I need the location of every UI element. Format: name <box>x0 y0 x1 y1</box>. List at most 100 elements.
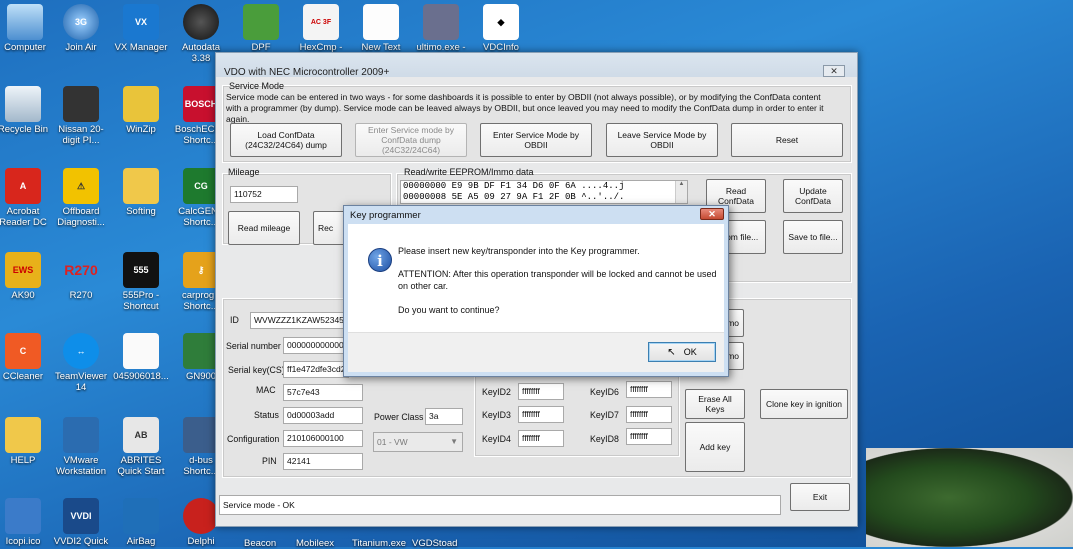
desktop-icon-winzip[interactable]: WinZip <box>112 86 170 135</box>
mileage-input[interactable]: 110752 <box>230 186 298 203</box>
configuration-field[interactable]: 210106000100 <box>283 430 363 447</box>
keyid3-label: KeyID3 <box>482 410 511 420</box>
desktop-icon-ccleaner[interactable]: C CCleaner <box>0 333 52 382</box>
brand-select[interactable]: 01 - VW ▼ <box>373 432 463 452</box>
desktop-icon-icopi[interactable]: Icopi.ico <box>0 498 52 547</box>
555pro-icon: 555 <box>123 252 159 288</box>
icon-label: Computer <box>4 42 46 53</box>
teamviewer-icon: ↔ <box>63 333 99 369</box>
desktop-icon-offboard[interactable]: ⚠ Offboard Diagnosti... <box>52 168 110 228</box>
desktop-icon-computer[interactable]: Computer <box>0 4 54 53</box>
desktop-icon-join-air[interactable]: 3G Join Air <box>52 4 110 53</box>
power-class-field[interactable]: 3a <box>425 408 463 425</box>
clone-key-button[interactable]: Clone key in ignition <box>760 389 848 419</box>
icon-label: R270 <box>69 290 93 301</box>
mileage-label: Mileage <box>228 167 260 177</box>
keyid6-field[interactable]: ffffffff <box>626 381 672 398</box>
read-mileage-button[interactable]: Read mileage <box>228 211 300 245</box>
erase-all-keys-button[interactable]: Erase All Keys <box>685 389 745 419</box>
icon-label: Offboard Diagnosti... <box>57 206 105 228</box>
desktop-icon-file-045906[interactable]: 045906018... <box>112 333 170 382</box>
bottom-label-titanium[interactable]: Titanium.exe <box>352 538 406 549</box>
ok-button[interactable]: ↖ OK <box>648 342 716 362</box>
serial-key-field[interactable]: ff1e472dfe3cd2 <box>283 361 349 378</box>
desktop-icon-vx-manager[interactable]: VX VX Manager <box>112 4 170 53</box>
desktop-icon-555pro[interactable]: 555 555Pro - Shortcut <box>112 252 170 312</box>
dbus-icon <box>183 417 219 453</box>
status-field[interactable]: 0d00003add <box>283 407 363 424</box>
keyid7-label: KeyID7 <box>590 410 619 420</box>
save-to-file-button[interactable]: Save to file... <box>783 220 843 254</box>
recycle-bin-icon <box>5 86 41 122</box>
desktop-icon-nissan[interactable]: Nissan 20-digit PI... <box>52 86 110 146</box>
leave-service-obd-button[interactable]: Leave Service Mode by OBDII <box>606 123 718 157</box>
desktop-icon-ultimo[interactable]: ultimo.exe - <box>412 4 470 53</box>
desktop-icon-hexcmp[interactable]: AC 3F HexCmp - <box>292 4 350 53</box>
hexcmp-icon: AC 3F <box>303 4 339 40</box>
keyid2-field[interactable]: ffffffff <box>518 383 564 400</box>
keyid4-field[interactable]: ffffffff <box>518 430 564 447</box>
window-close-button[interactable]: ✕ <box>823 65 845 77</box>
ak90-icon: EWS <box>5 252 41 288</box>
desktop-icon-teamviewer[interactable]: ↔ TeamViewer 14 <box>52 333 110 393</box>
configuration-label: Configuration <box>227 434 280 444</box>
keyid2-label: KeyID2 <box>482 387 511 397</box>
brand-select-value: 01 - VW <box>377 437 408 447</box>
mac-field[interactable]: 57c7e43 <box>283 384 363 401</box>
id-label: ID <box>230 315 239 325</box>
pin-field[interactable]: 42141 <box>283 453 363 470</box>
desktop-icon-help[interactable]: HELP <box>0 417 52 466</box>
serial-number-label: Serial number <box>226 341 281 351</box>
service-mode-label: Service Mode <box>229 81 285 91</box>
desktop-icon-vvdi2[interactable]: VVDI VVDI2 Quick <box>52 498 110 547</box>
dialog-close-button[interactable]: ✕ <box>700 208 724 220</box>
desktop-icon-recycle-bin[interactable]: Recycle Bin <box>0 86 52 135</box>
keyid3-field[interactable]: ffffffff <box>518 406 564 423</box>
keyid7-field[interactable]: ffffffff <box>626 406 672 423</box>
winzip-icon <box>123 86 159 122</box>
join-air-icon: 3G <box>63 4 99 40</box>
keyid4-label: KeyID4 <box>482 434 511 444</box>
vx-manager-icon: VX <box>123 4 159 40</box>
hex-scrollbar[interactable]: ▲ <box>675 181 687 203</box>
update-confdata-button[interactable]: Update ConfData <box>783 179 843 213</box>
airbag-icon <box>123 498 159 534</box>
desktop-icon-ak90[interactable]: EWS AK90 <box>0 252 52 301</box>
serial-number-field[interactable]: 000000000000 <box>283 337 349 354</box>
desktop-icon-softing[interactable]: Softing <box>112 168 170 217</box>
desktop-icon-vmware[interactable]: VMware Workstation <box>52 417 110 477</box>
bottom-label-beacon[interactable]: Beacon <box>244 538 276 549</box>
keyid8-label: KeyID8 <box>590 434 619 444</box>
reset-button[interactable]: Reset <box>731 123 843 157</box>
computer-icon <box>7 4 43 40</box>
eeprom-label: Read/write EEPROM/Immo data <box>404 167 534 177</box>
gn900-icon <box>183 333 219 369</box>
id-field[interactable]: WVWZZZ1KZAW52345 <box>250 312 350 329</box>
keyid8-field[interactable]: ffffffff <box>626 428 672 445</box>
load-confdata-button[interactable]: Load ConfData (24C32/24C64) dump <box>230 123 342 157</box>
icon-label: Softing <box>126 206 156 217</box>
dialog-title: Key programmer <box>350 210 421 221</box>
enter-service-dump-button[interactable]: Enter Service mode by ConfData dump (24C… <box>355 123 467 157</box>
desktop-icon-acrobat[interactable]: A Acrobat Reader DC <box>0 168 52 228</box>
desktop-icon-r270[interactable]: R270 R270 <box>52 252 110 301</box>
icon-label: AirBag <box>126 536 156 547</box>
desktop-icon-airbag[interactable]: AirBag <box>112 498 170 547</box>
dashboard-pcb-photo <box>866 448 1073 547</box>
desktop-icon-new-text[interactable]: New Text <box>352 4 410 53</box>
bottom-label-mobileex[interactable]: Mobileex <box>296 538 334 549</box>
desktop-icon-vdcinfo[interactable]: ◆ VDCInfo <box>472 4 530 53</box>
icon-label: Recycle Bin <box>0 124 49 135</box>
satellite-icon <box>423 4 459 40</box>
icon-label: 045906018... <box>113 371 169 382</box>
bottom-label-vgdsload[interactable]: VGDStoad <box>412 538 457 549</box>
add-key-button[interactable]: Add key <box>685 422 745 472</box>
window-title: VDO with NEC Microcontroller 2009+ <box>224 67 390 78</box>
vmware-icon <box>63 417 99 453</box>
status-bar: Service mode - OK <box>219 495 781 515</box>
icon-label: TeamViewer 14 <box>54 371 108 393</box>
desktop-icon-abrites[interactable]: AB ABRITES Quick Start <box>112 417 170 477</box>
enter-service-obd-button[interactable]: Enter Service Mode by OBDII <box>480 123 592 157</box>
eeprom-hex-view[interactable]: 00000000 E9 9B DF F1 34 D6 0F 6A ....4..… <box>400 180 688 204</box>
exit-button[interactable]: Exit <box>790 483 850 511</box>
